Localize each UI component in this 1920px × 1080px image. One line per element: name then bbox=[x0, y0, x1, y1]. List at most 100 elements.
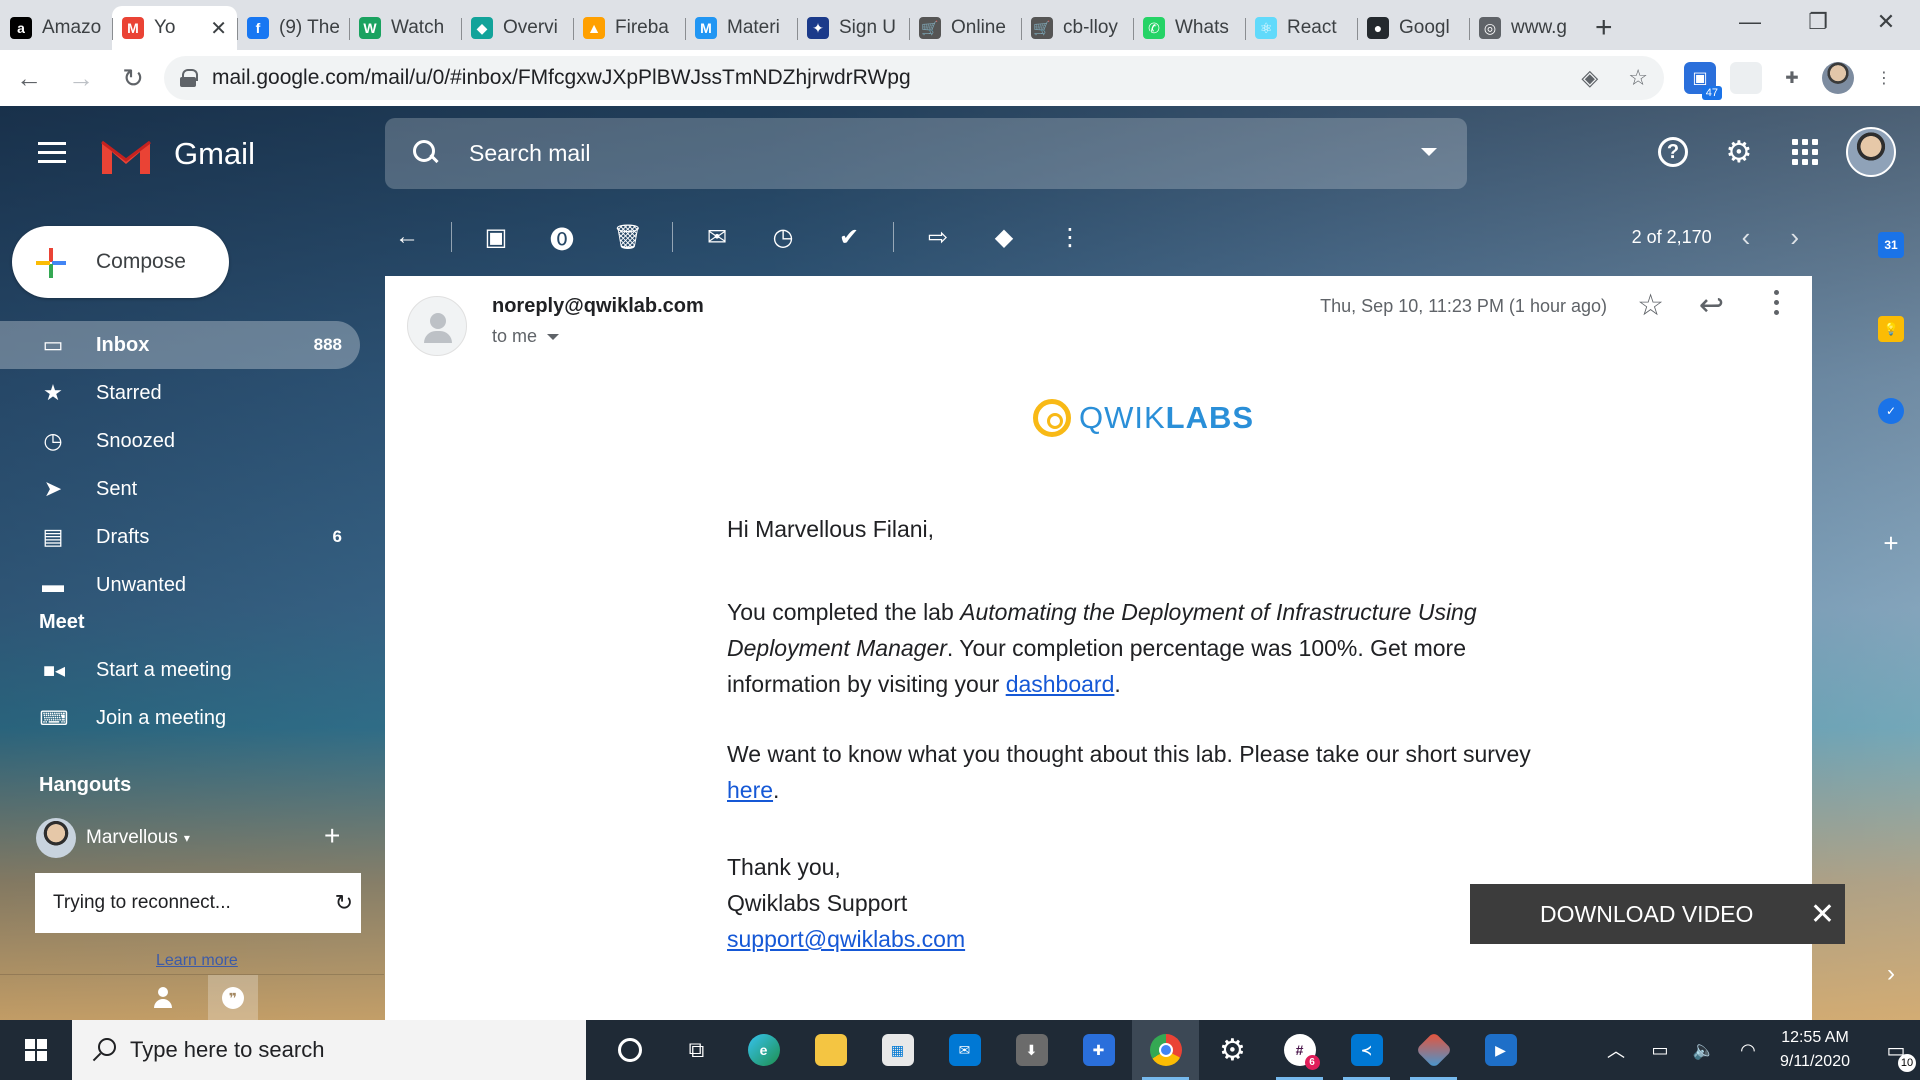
support-email-link[interactable]: support@qwiklabs.com bbox=[727, 926, 965, 952]
battery-icon[interactable]: ▭ bbox=[1638, 1040, 1682, 1061]
add-task-icon[interactable]: ✔ bbox=[827, 215, 871, 259]
browser-tab[interactable]: M Materi bbox=[685, 6, 797, 50]
browser-tab[interactable]: ◎ www.g bbox=[1469, 6, 1581, 50]
report-spam-icon[interactable]: ⓿ bbox=[540, 215, 584, 259]
extension-icon[interactable]: ▣ 47 bbox=[1684, 62, 1722, 100]
star-icon[interactable]: ☆ bbox=[1637, 288, 1664, 323]
action-center-button[interactable]: ▭ 10 bbox=[1872, 1020, 1920, 1080]
start-button[interactable] bbox=[0, 1020, 72, 1080]
search-bar[interactable]: Search mail bbox=[385, 118, 1467, 189]
menu-kebab-icon[interactable]: ⋮ bbox=[1868, 62, 1900, 94]
browser-tab[interactable]: ● Googl bbox=[1357, 6, 1469, 50]
taskbar-search[interactable]: Type here to search bbox=[72, 1020, 586, 1080]
git-app[interactable] bbox=[1400, 1020, 1467, 1080]
file-explorer-app[interactable] bbox=[797, 1020, 864, 1080]
browser-tab[interactable]: ⚛ React bbox=[1245, 6, 1357, 50]
search-input[interactable]: Search mail bbox=[469, 140, 590, 167]
new-tab-button[interactable]: + bbox=[1581, 6, 1627, 50]
browser-tab[interactable]: f (9) The bbox=[237, 6, 349, 50]
reply-icon[interactable]: ↩ bbox=[1699, 288, 1724, 323]
puzzle-icon[interactable]: ✚ bbox=[1776, 62, 1808, 94]
back-button[interactable]: ← bbox=[6, 55, 52, 101]
tray-chevron-up-icon[interactable]: ︿ bbox=[1594, 1037, 1638, 1063]
install-icon[interactable]: ◈ bbox=[1581, 65, 1598, 91]
back-to-inbox-icon[interactable]: ← bbox=[385, 215, 429, 259]
browser-tab[interactable]: 🛒 Online bbox=[909, 6, 1021, 50]
more-icon[interactable] bbox=[1774, 290, 1782, 320]
person-icon[interactable] bbox=[152, 987, 174, 1009]
settings-app[interactable]: ⚙ bbox=[1199, 1020, 1266, 1080]
close-tab-icon[interactable]: ✕ bbox=[210, 16, 227, 41]
more-options-icon[interactable]: ⋮ bbox=[1048, 215, 1092, 259]
mark-unread-icon[interactable]: ✉ bbox=[695, 215, 739, 259]
add-hangout-button[interactable]: + bbox=[324, 820, 340, 852]
bookmark-star-icon[interactable]: ☆ bbox=[1628, 65, 1648, 91]
apps-button[interactable] bbox=[1772, 124, 1838, 180]
join-meeting-item[interactable]: ⌨ Join a meeting bbox=[40, 706, 227, 731]
sidebar-item-starred[interactable]: ★ Starred bbox=[0, 369, 360, 417]
keep-icon[interactable]: 💡 bbox=[1878, 316, 1904, 342]
search-options-icon[interactable] bbox=[1421, 148, 1437, 156]
move-to-icon[interactable]: ⇨ bbox=[916, 215, 960, 259]
learn-more-link[interactable]: Learn more bbox=[156, 952, 238, 970]
refresh-icon[interactable]: ↻ bbox=[335, 890, 353, 916]
reload-button[interactable]: ↻ bbox=[110, 55, 156, 101]
expand-panel-icon[interactable]: › bbox=[1878, 960, 1904, 987]
sender-address[interactable]: noreply@qwiklab.com bbox=[492, 295, 704, 318]
survey-link[interactable]: here bbox=[727, 777, 773, 803]
sidebar-item-snoozed[interactable]: ◷ Snoozed bbox=[0, 417, 360, 465]
settings-button[interactable]: ⚙ bbox=[1706, 124, 1772, 180]
start-meeting-item[interactable]: ■◂ Start a meeting bbox=[40, 658, 232, 683]
archive-icon[interactable]: ▣ bbox=[474, 215, 518, 259]
calendar-icon[interactable]: 31 bbox=[1878, 232, 1904, 258]
newer-chevron-icon[interactable]: ‹ bbox=[1742, 222, 1751, 253]
wifi-icon[interactable]: ◠ bbox=[1726, 1040, 1770, 1061]
search-icon[interactable] bbox=[413, 140, 439, 166]
slack-app[interactable]: #6 bbox=[1266, 1020, 1333, 1080]
browser-tab[interactable]: ✦ Sign U bbox=[797, 6, 909, 50]
mail-app[interactable]: ✉ bbox=[931, 1020, 998, 1080]
restore-button[interactable]: ❐ bbox=[1784, 0, 1852, 44]
tasks-icon[interactable]: ✓ bbox=[1878, 398, 1904, 424]
snooze-icon[interactable]: ◷ bbox=[761, 215, 805, 259]
browser-tab[interactable]: 🛒 cb-lloy bbox=[1021, 6, 1133, 50]
add-ons-plus-icon[interactable]: + bbox=[1878, 528, 1904, 558]
browser-tab[interactable]: a Amazo bbox=[0, 6, 112, 50]
vscode-app[interactable]: ≺ bbox=[1333, 1020, 1400, 1080]
sidebar-item-sent[interactable]: ➤ Sent bbox=[0, 465, 360, 513]
hangouts-user[interactable]: Marvellous ▾ bbox=[36, 818, 190, 858]
hangouts-tab[interactable]: ❞ bbox=[208, 975, 258, 1020]
sidebar-item-unwanted[interactable]: ▬ Unwanted bbox=[0, 561, 360, 609]
downloads-app[interactable]: ⬇ bbox=[998, 1020, 1065, 1080]
browser-tab[interactable]: M Yo ✕ bbox=[112, 6, 237, 50]
network-app[interactable]: ✚ bbox=[1065, 1020, 1132, 1080]
label-icon[interactable]: ◆ bbox=[982, 215, 1026, 259]
browser-tab[interactable]: ◆ Overvi bbox=[461, 6, 573, 50]
close-icon[interactable]: ✕ bbox=[1810, 897, 1835, 932]
browser-tab[interactable]: ✆ Whats bbox=[1133, 6, 1245, 50]
browser-tab[interactable]: ▲ Fireba bbox=[573, 6, 685, 50]
media-app[interactable]: ▶ bbox=[1467, 1020, 1534, 1080]
recipient-details[interactable]: to me bbox=[492, 326, 560, 347]
store-app[interactable]: ▦ bbox=[864, 1020, 931, 1080]
dashboard-link[interactable]: dashboard bbox=[1006, 671, 1115, 697]
clock[interactable]: 12:55 AM 9/11/2020 bbox=[1780, 1026, 1850, 1074]
url-bar[interactable]: mail.google.com/mail/u/0/#inbox/FMfcgxwJ… bbox=[164, 56, 1664, 100]
forward-button[interactable]: → bbox=[58, 55, 104, 101]
browser-tab[interactable]: W Watch bbox=[349, 6, 461, 50]
chrome-app[interactable] bbox=[1132, 1020, 1199, 1080]
task-view-button[interactable]: ⧉ bbox=[663, 1020, 730, 1080]
sidebar-item-inbox[interactable]: ▭ Inbox 888 bbox=[0, 321, 360, 369]
older-chevron-icon[interactable]: › bbox=[1790, 222, 1799, 253]
profile-avatar[interactable] bbox=[1822, 62, 1854, 94]
help-button[interactable]: ? bbox=[1640, 124, 1706, 180]
compose-button[interactable]: Compose bbox=[12, 226, 229, 298]
cortana-button[interactable] bbox=[596, 1020, 663, 1080]
delete-icon[interactable]: 🗑 bbox=[606, 215, 650, 259]
close-window-button[interactable]: ✕ bbox=[1852, 0, 1920, 44]
minimize-button[interactable]: — bbox=[1716, 0, 1784, 44]
extension-blank-icon[interactable] bbox=[1730, 62, 1762, 94]
edge-app[interactable]: e bbox=[730, 1020, 797, 1080]
sidebar-item-drafts[interactable]: ▤ Drafts 6 bbox=[0, 513, 360, 561]
main-menu-icon[interactable] bbox=[38, 142, 66, 164]
